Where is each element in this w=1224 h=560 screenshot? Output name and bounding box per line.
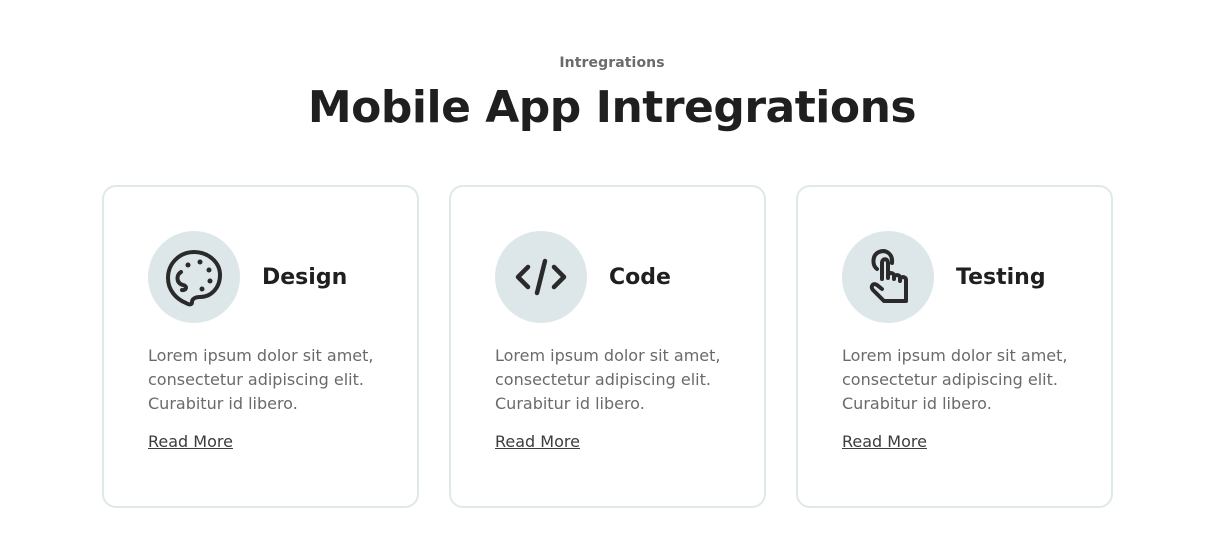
card-description: Lorem ipsum dolor sit amet, consectetur … [842,346,1068,413]
card-header: Code [495,231,671,323]
card-title: Code [609,264,671,290]
icon-badge [495,231,587,323]
cards-row: Design Lorem ipsum dolor sit amet, conse… [102,185,1113,508]
read-more-link[interactable]: Read More [842,432,927,451]
code-icon [515,258,567,296]
card-header: Design [148,231,347,323]
card-design: Design Lorem ipsum dolor sit amet, conse… [102,185,419,508]
card-testing: Testing Lorem ipsum dolor sit amet, cons… [796,185,1113,508]
card-header: Testing [842,231,1046,323]
card-title: Design [262,264,348,290]
read-more-link[interactable]: Read More [495,432,580,451]
section-title: Mobile App Intregrations [307,82,917,133]
card-description: Lorem ipsum dolor sit amet, consectetur … [148,346,374,413]
icon-badge [842,231,934,323]
tap-hand-icon [869,249,908,303]
card-description: Lorem ipsum dolor sit amet, consectetur … [495,346,721,413]
icon-badge [148,231,240,323]
card-title: Testing [956,264,1046,290]
palette-icon [166,250,222,307]
section-eyebrow: Intregrations [559,55,665,71]
read-more-link[interactable]: Read More [148,432,233,451]
integrations-section: Intregrations Mobile App Intregrations D… [0,0,1224,560]
card-code: Code Lorem ipsum dolor sit amet, consect… [449,185,766,508]
